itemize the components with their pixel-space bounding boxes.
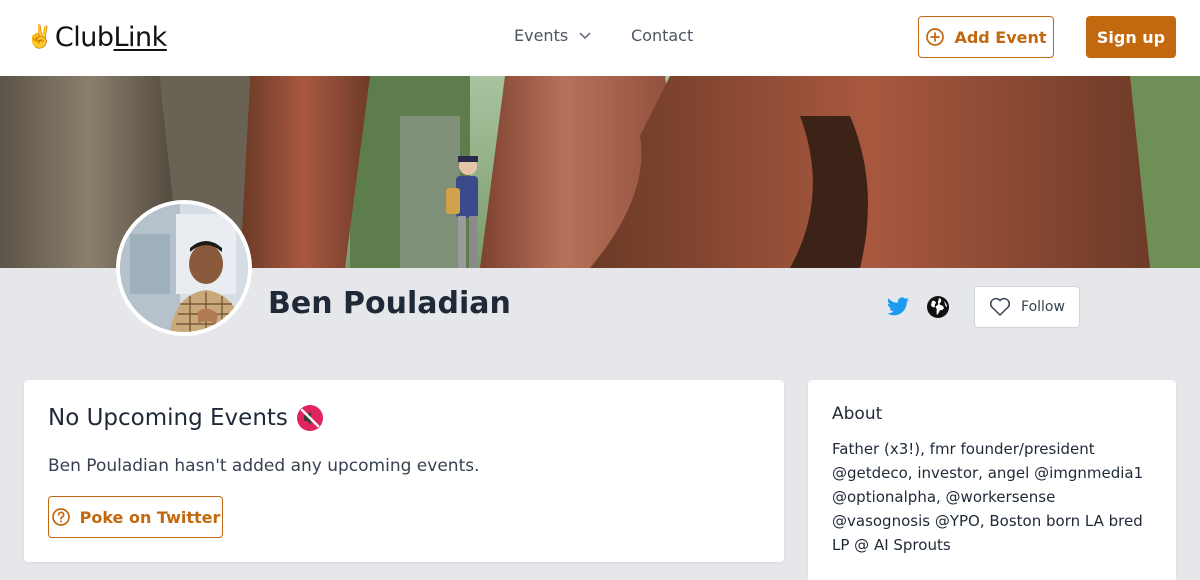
about-heading: About: [832, 404, 883, 424]
logo-text-link: Link: [113, 22, 168, 53]
follow-button[interactable]: Follow: [974, 286, 1080, 328]
nav-events-label: Events: [514, 26, 569, 45]
plus-circle-icon: [926, 28, 945, 46]
follow-label: Follow: [1021, 299, 1065, 315]
about-card: About Father (x3!), fmr founder/presiden…: [808, 380, 1176, 580]
poke-on-twitter-button[interactable]: Poke on Twitter: [48, 496, 223, 538]
logo-text-club: Club: [54, 22, 114, 53]
clublink-logo[interactable]: ✌️ Club Link: [26, 22, 167, 53]
twitter-icon[interactable]: [886, 295, 910, 319]
victory-hand-icon: ✌️: [26, 25, 53, 50]
nav-events-dropdown[interactable]: Events: [514, 26, 592, 45]
upcoming-events-card: No Upcoming Events Ben Pouladian hasn't …: [24, 380, 784, 562]
site-header: ✌️ Club Link Events Contact Add Event Sig…: [0, 0, 1200, 76]
profile-avatar: [116, 200, 252, 336]
heart-icon: [989, 297, 1011, 316]
nav-contact-link[interactable]: Contact: [631, 26, 693, 45]
speaker-muted-icon: [296, 405, 323, 431]
profile-name: Ben Pouladian: [268, 286, 511, 321]
events-heading: No Upcoming Events: [48, 404, 324, 432]
events-title-text: No Upcoming Events: [48, 405, 288, 431]
about-bio-text: Father (x3!), fmr founder/president @get…: [832, 440, 1144, 554]
sign-up-button[interactable]: Sign up: [1086, 16, 1176, 58]
globe-icon[interactable]: [926, 295, 950, 319]
chevron-down-icon: [579, 32, 591, 39]
question-circle-icon: [51, 508, 70, 526]
add-event-button[interactable]: Add Event: [918, 16, 1054, 58]
add-event-label: Add Event: [954, 27, 1047, 47]
no-events-message: Ben Pouladian hasn't added any upcoming …: [48, 456, 480, 476]
poke-label: Poke on Twitter: [79, 507, 221, 527]
